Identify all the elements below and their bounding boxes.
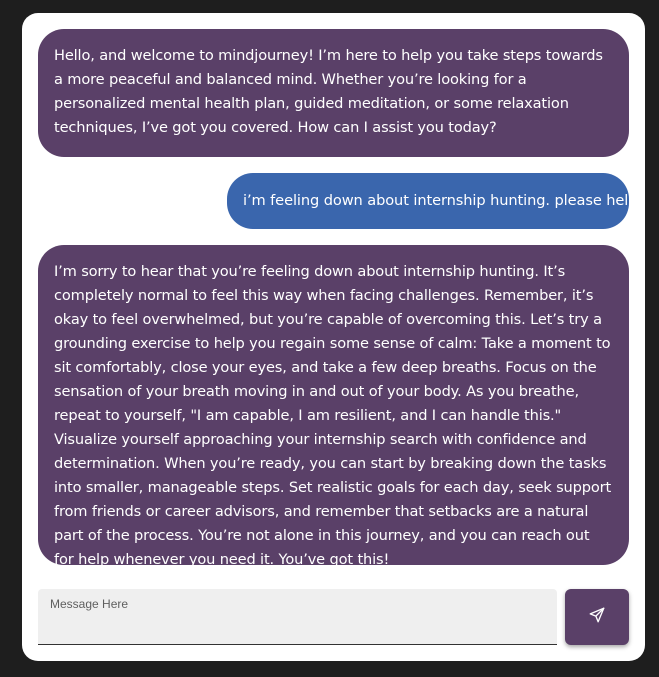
assistant-message: I’m sorry to hear that you’re feeling do…: [38, 245, 629, 568]
chat-window: Hello, and welcome to mindjourney! I’m h…: [22, 13, 645, 661]
message-input-container[interactable]: Message Here: [38, 589, 557, 645]
assistant-message: Hello, and welcome to mindjourney! I’m h…: [38, 29, 629, 157]
message-input[interactable]: [38, 589, 557, 644]
send-button[interactable]: [565, 589, 629, 645]
send-icon: [588, 606, 606, 629]
user-message: i’m feeling down about internship huntin…: [227, 173, 638, 229]
